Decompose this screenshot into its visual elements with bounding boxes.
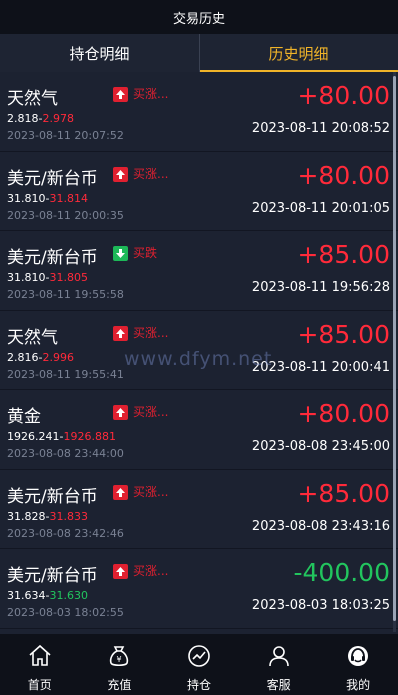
close-time: 2023-08-03 18:03:25 [251,598,390,613]
top-bar: 交易历史 [0,0,398,34]
scrollbar[interactable] [393,72,396,632]
trade-direction: 买涨... [133,405,169,419]
close-price: 2.996 [42,350,74,364]
trade-direction: 买涨... [133,325,169,340]
instrument-name: 美元/新台币 [7,168,98,189]
open-time: 2023-08-08 23:42:46 [7,526,124,540]
tab-history[interactable]: 历史明细 [199,34,398,72]
price-range: 31.810-31.814 [7,191,88,205]
close-time: 2023-08-11 20:00:41 [251,359,390,375]
open-price: 2.818 [7,112,39,125]
trade-direction: 买涨... [133,166,169,181]
price-range: 31.634-31.630 [7,589,88,602]
trade-direction: 买涨... [133,564,169,578]
profit-amount: +80.00 [297,81,390,110]
close-time: 2023-08-08 23:45:00 [251,439,390,454]
headset-icon [345,643,371,673]
close-price: 31.814 [49,191,88,205]
user-icon [266,643,292,673]
open-time: 2023-08-11 20:00:35 [7,208,124,222]
chart-icon [186,643,212,673]
close-price: 1926.881 [63,430,116,443]
trade-row[interactable]: 天然气 买涨... 2.816-2.996 2023-08-11 19:55:41 +8… [0,310,398,390]
arrow-up-icon [113,166,128,182]
arrow-up-icon [113,405,128,420]
price-range: 2.816-2.996 [7,350,74,364]
trade-direction: 买涨... [133,484,169,499]
trade-row[interactable]: 美元/新台币 买涨... 31.828-31.833 2023-08-08 23:42… [0,469,398,549]
open-time: 2023-08-03 18:02:55 [7,606,124,619]
instrument-name: 黄金 [7,407,41,427]
close-price: 31.630 [49,589,88,602]
trade-row[interactable]: 美元/新台币 买涨... 31.634-31.630 2023-08-03 18:02… [0,549,398,629]
open-price: 1926.241 [7,430,60,443]
instrument-name: 天然气 [7,89,58,109]
close-price: 31.805 [49,271,88,284]
nav-service[interactable]: 客服 [239,634,319,695]
open-price: 31.810 [7,191,46,205]
arrow-up-icon [113,87,128,102]
arrow-up-icon [113,325,128,341]
price-range: 31.828-31.833 [7,509,88,523]
open-time: 2023-08-11 20:07:52 [7,129,124,142]
close-time: 2023-08-11 20:01:05 [251,200,390,216]
open-price: 31.810 [7,271,46,284]
profit-amount: +80.00 [297,160,390,190]
price-range: 31.810-31.805 [7,271,88,284]
profit-amount: +85.00 [297,240,390,269]
trade-direction: 买跌 [133,246,158,260]
nav-mine[interactable]: 我的 [318,634,398,695]
open-time: 2023-08-08 23:44:00 [7,447,124,460]
instrument-name: 美元/新台币 [7,566,98,586]
nav-positions[interactable]: 持仓 [159,634,239,695]
nav-service-label: 客服 [266,678,291,692]
close-time: 2023-08-11 20:08:52 [251,121,390,136]
profit-amount: +85.00 [297,319,390,349]
instrument-name: 美元/新台币 [7,248,98,268]
price-range: 2.818-2.978 [7,112,74,125]
nav-recharge-label: 充值 [107,678,132,692]
close-price: 2.978 [42,112,74,125]
nav-home[interactable]: 首页 [0,634,80,695]
tab-divider [199,34,200,72]
instrument-name: 天然气 [7,327,58,348]
close-time: 2023-08-11 19:56:28 [251,280,390,295]
open-price: 2.816 [7,350,39,364]
nav-recharge[interactable]: ¥ 充值 [80,634,160,695]
profit-amount: +85.00 [297,478,390,508]
arrow-down-icon [113,246,128,261]
bottom-nav: 首页 ¥ 充值 持仓 客服 我的 [0,634,398,695]
scrollbar-thumb[interactable] [393,76,396,621]
trade-direction: 买涨... [133,87,169,101]
trade-row[interactable]: 黄金 买涨... 1926.241-1926.881 2023-08-08 23:44… [0,390,398,470]
profit-amount: -400.00 [293,558,391,587]
trade-history-list[interactable]: 天然气 买涨... 2.818-2.978 2023-08-11 20:07:52 +8… [0,72,398,632]
instrument-name: 美元/新台币 [7,486,98,507]
home-icon [27,643,53,673]
open-price: 31.634 [7,589,46,602]
arrow-up-icon [113,484,128,500]
price-range: 1926.241-1926.881 [7,430,116,443]
open-time: 2023-08-11 19:55:41 [7,367,124,381]
open-price: 31.828 [7,509,46,523]
nav-home-label: 首页 [27,678,52,692]
svg-text:¥: ¥ [117,655,122,664]
arrow-up-icon [113,564,128,579]
nav-mine-label: 我的 [346,678,371,692]
money-bag-icon: ¥ [106,643,132,673]
tab-positions[interactable]: 持仓明细 [0,34,199,72]
trade-row[interactable]: 美元/新台币 买跌 31.810-31.805 2023-08-11 19:55:58… [0,231,398,311]
close-price: 31.833 [49,509,88,523]
trade-row[interactable]: 天然气 买涨... 2.818-2.978 2023-08-11 20:07:52 +8… [0,72,398,152]
close-time: 2023-08-08 23:43:16 [251,518,390,534]
profit-amount: +80.00 [297,399,390,428]
open-time: 2023-08-11 19:55:58 [7,288,124,301]
trade-row[interactable]: 美元/新台币 买涨... 31.810-31.814 2023-08-11 20:00… [0,151,398,231]
nav-positions-label: 持仓 [186,678,211,692]
page-title: 交易历史 [172,11,225,27]
